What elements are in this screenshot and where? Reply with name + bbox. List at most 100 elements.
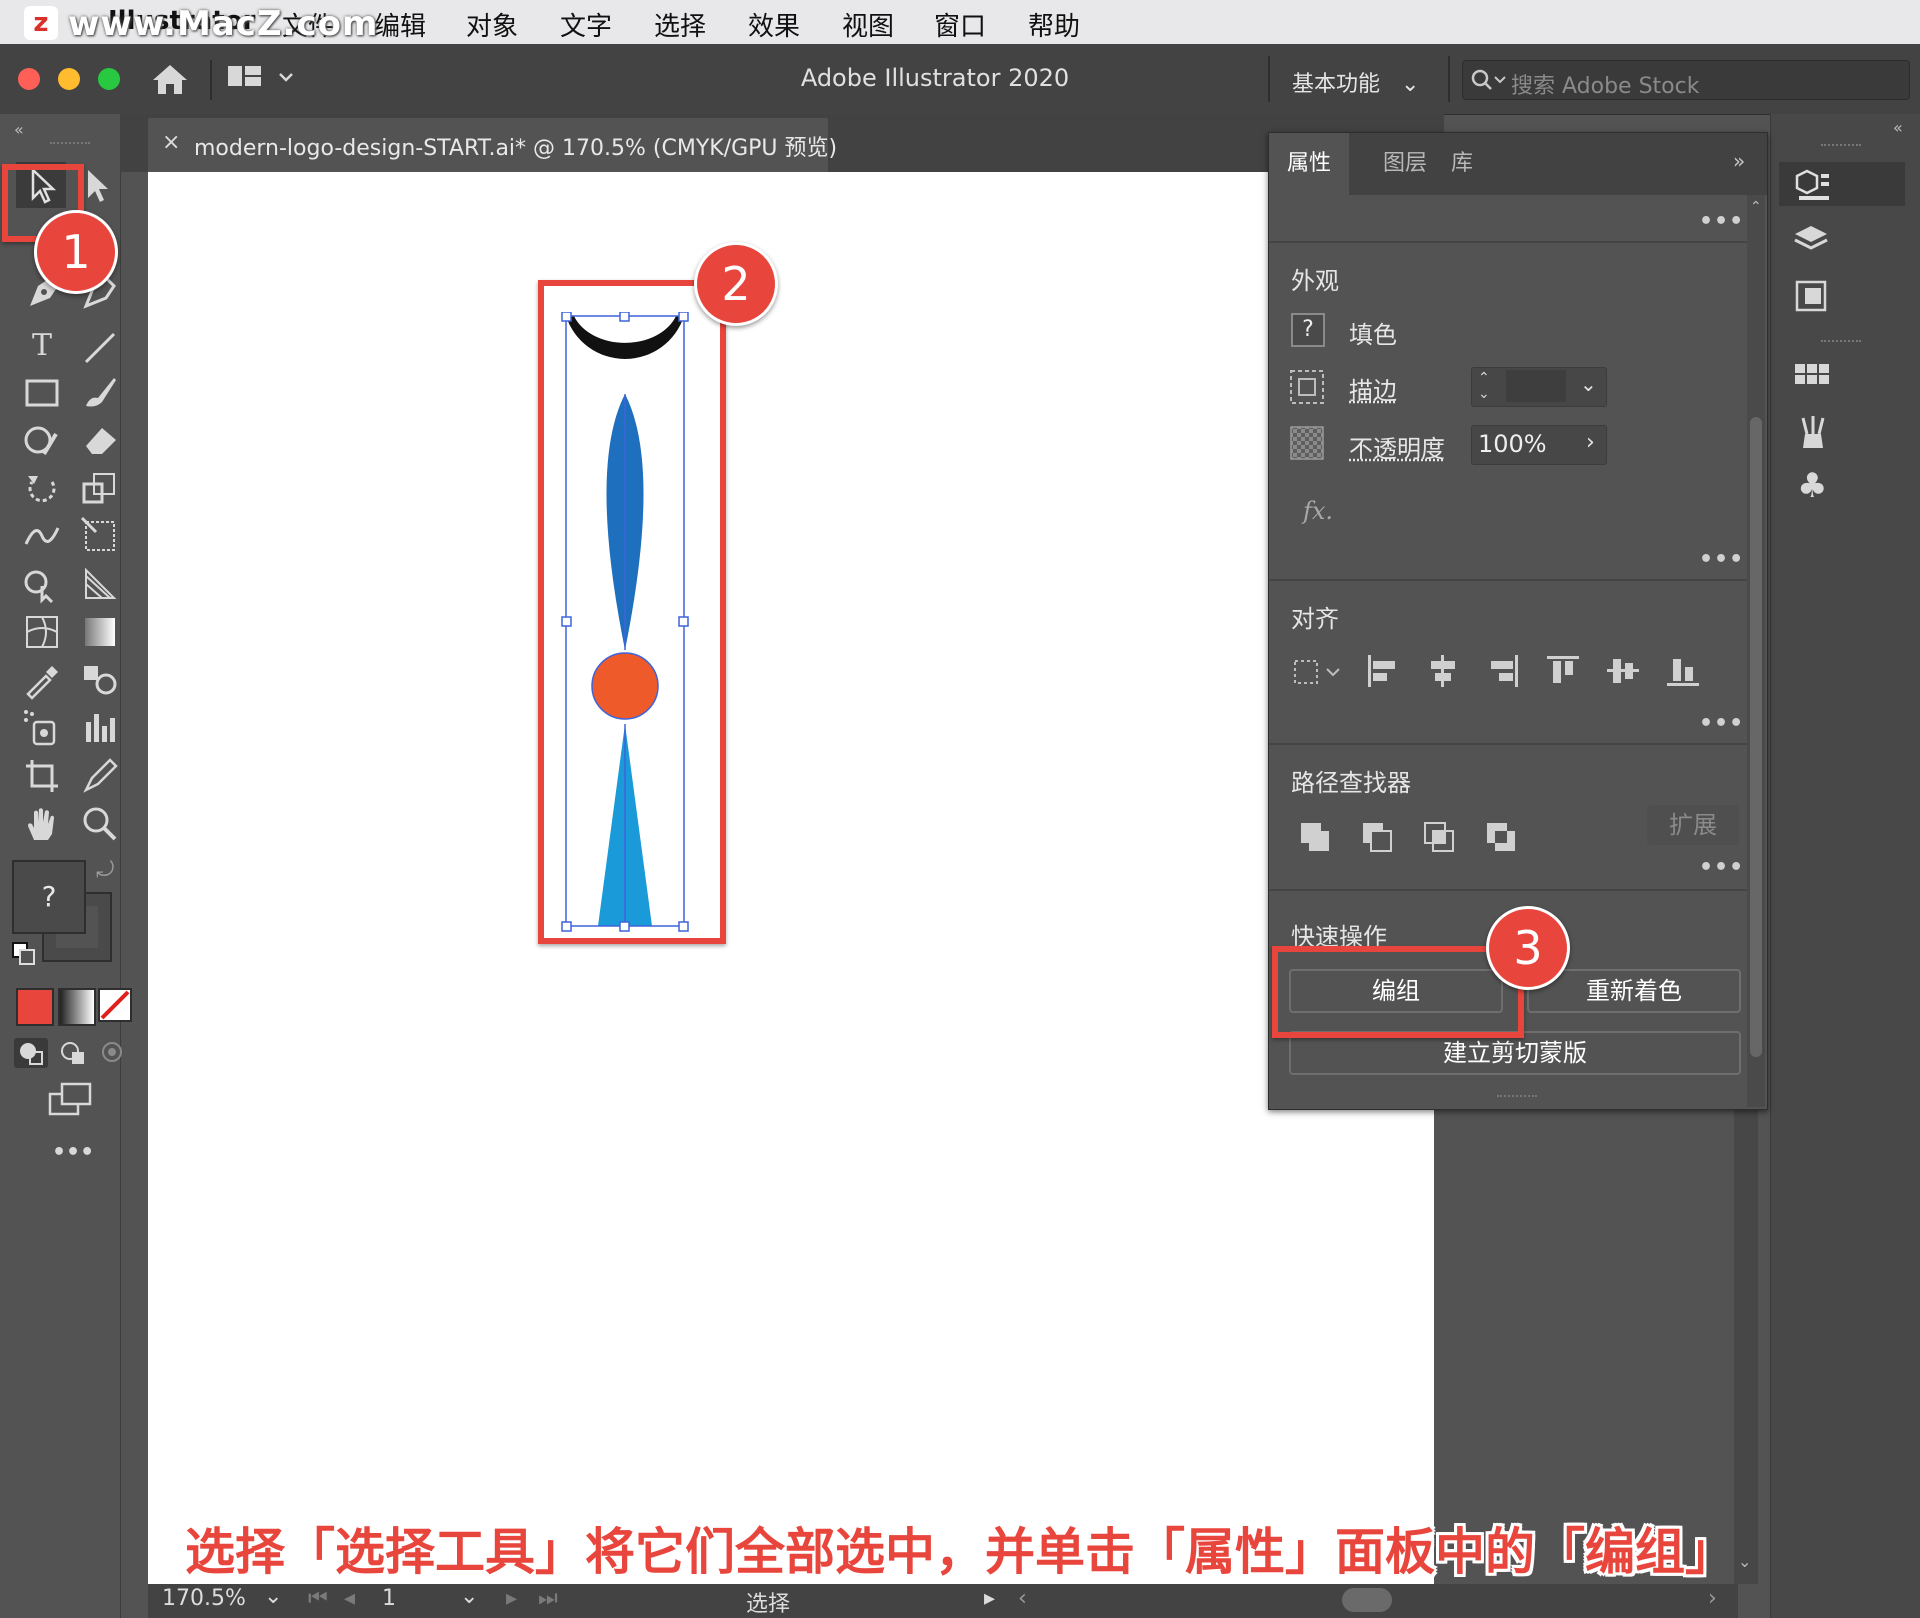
artboard-dropdown-icon[interactable]: ⌄	[460, 1584, 478, 1609]
align-vertical-center-icon[interactable]	[1605, 653, 1641, 689]
edit-toolbar-icon[interactable]: •••	[52, 1140, 94, 1165]
blend-tool-icon[interactable]	[80, 660, 120, 700]
menu-effect[interactable]: 效果	[748, 6, 800, 43]
opacity-field[interactable]: 100% ›	[1471, 425, 1607, 465]
eraser-tool-icon[interactable]	[80, 420, 120, 460]
pathfinder-more-icon[interactable]: •••	[1699, 855, 1744, 880]
menu-view[interactable]: 视图	[842, 6, 894, 43]
workspace-switcher[interactable]: 基本功能 ⌄	[1292, 66, 1419, 98]
symbols-icon[interactable]: ♣	[1797, 466, 1827, 506]
artboard-canvas[interactable]	[148, 172, 1434, 1584]
swatches-icon[interactable]	[1793, 360, 1833, 392]
rectangle-tool-icon[interactable]	[22, 372, 62, 412]
align-to-selection-icon[interactable]	[1291, 655, 1343, 691]
intersect-icon[interactable]	[1423, 821, 1459, 857]
appearance-more-icon[interactable]: •••	[1699, 547, 1744, 572]
type-tool-icon[interactable]: T	[20, 326, 64, 366]
symbol-sprayer-tool-icon[interactable]	[22, 708, 62, 748]
artboard-number[interactable]: 1	[382, 1586, 396, 1611]
stroke-stepper-icon[interactable]: ⌃ ⌄	[1478, 370, 1490, 402]
mesh-tool-icon[interactable]	[22, 612, 62, 652]
fill-color-swatch[interactable]: ?	[1291, 313, 1325, 347]
column-graph-tool-icon[interactable]	[80, 708, 120, 748]
last-artboard-icon[interactable]: ⏭	[538, 1586, 558, 1611]
panel-expand-icon[interactable]: »	[1733, 149, 1745, 173]
opacity-label[interactable]: 不透明度	[1349, 429, 1445, 464]
screen-mode-icon[interactable]	[48, 1082, 94, 1118]
align-bottom-icon[interactable]	[1665, 653, 1701, 689]
document-tab[interactable]: × modern-logo-design-START.ai* @ 170.5% …	[148, 118, 837, 172]
stroke-weight-input[interactable]	[1506, 370, 1566, 402]
line-tool-icon[interactable]	[80, 328, 120, 368]
draw-inside-icon[interactable]	[96, 1038, 130, 1068]
stroke-weight-field[interactable]: ⌃ ⌄ ⌄	[1471, 367, 1607, 407]
scroll-left-icon[interactable]: ‹	[1018, 1586, 1027, 1611]
align-more-icon[interactable]: •••	[1699, 711, 1744, 736]
panel-scrollbar-thumb[interactable]	[1750, 417, 1762, 1057]
adobe-stock-search[interactable]: 搜索 Adobe Stock	[1462, 60, 1910, 100]
draw-behind-icon[interactable]	[56, 1038, 90, 1068]
draw-normal-icon[interactable]	[14, 1038, 48, 1068]
gradient-mode-button[interactable]	[58, 988, 96, 1026]
width-tool-icon[interactable]	[22, 516, 62, 556]
free-transform-tool-icon[interactable]	[80, 516, 120, 556]
next-artboard-icon[interactable]: ▸	[506, 1586, 517, 1611]
status-menu-icon[interactable]: ▸	[984, 1586, 995, 1611]
menu-edit[interactable]: 编辑	[374, 6, 426, 43]
artboard-tool-icon[interactable]	[22, 756, 62, 796]
panel-menu-icon[interactable]: •••	[1699, 209, 1744, 234]
opacity-icon[interactable]	[1289, 425, 1325, 461]
stroke-color-swatch[interactable]	[1289, 369, 1325, 405]
minus-front-icon[interactable]	[1361, 821, 1397, 857]
rotate-tool-icon[interactable]	[22, 468, 62, 508]
menu-window[interactable]: 窗口	[934, 6, 986, 43]
menu-help[interactable]: 帮助	[1028, 6, 1080, 43]
zoom-level[interactable]: 170.5%	[162, 1586, 246, 1611]
default-fill-stroke-icon[interactable]	[12, 942, 35, 965]
opacity-flyout-icon[interactable]: ›	[1586, 430, 1595, 455]
zoom-dropdown-icon[interactable]: ⌄	[264, 1584, 282, 1609]
properties-panel-button[interactable]	[1779, 162, 1905, 206]
shaper-tool-icon[interactable]	[22, 420, 62, 460]
panel-grip[interactable]	[50, 142, 90, 150]
color-mode-button[interactable]	[16, 988, 54, 1026]
stroke-label[interactable]: 描边	[1349, 371, 1397, 406]
panel-resize-grip[interactable]	[1497, 1095, 1537, 1097]
perspective-grid-tool-icon[interactable]	[80, 564, 120, 604]
align-horizontal-center-icon[interactable]	[1425, 653, 1461, 689]
brushes-icon[interactable]	[1793, 412, 1833, 452]
first-artboard-icon[interactable]: ⏮	[308, 1586, 328, 1611]
zoom-tool-icon[interactable]	[80, 804, 120, 844]
swap-fill-stroke-icon[interactable]: ⤾	[96, 858, 114, 883]
menu-object[interactable]: 对象	[466, 6, 518, 43]
align-top-icon[interactable]	[1545, 653, 1581, 689]
layers-icon[interactable]	[1793, 222, 1833, 258]
close-document-icon[interactable]: ×	[162, 130, 180, 155]
dock-grip[interactable]	[1821, 340, 1861, 342]
libraries-icon[interactable]	[1793, 278, 1833, 314]
shape-builder-tool-icon[interactable]	[22, 564, 62, 604]
hand-tool-icon[interactable]	[22, 804, 62, 844]
eyedropper-tool-icon[interactable]	[22, 660, 62, 700]
scale-tool-icon[interactable]	[80, 468, 120, 508]
panel-scroll-up-icon[interactable]: ⌃	[1750, 199, 1762, 215]
align-left-icon[interactable]	[1365, 653, 1401, 689]
none-mode-button[interactable]	[98, 988, 134, 1024]
tab-libraries[interactable]: 库	[1433, 133, 1491, 195]
exclude-icon[interactable]	[1485, 821, 1521, 857]
fill-swatch[interactable]: ?	[12, 860, 86, 934]
unite-icon[interactable]	[1299, 821, 1335, 857]
tab-properties[interactable]: 属性	[1269, 133, 1350, 195]
horizontal-scroll-thumb[interactable]	[1342, 1588, 1392, 1612]
collapse-panel-icon[interactable]: «	[14, 120, 24, 139]
opacity-value[interactable]: 100%	[1478, 430, 1547, 458]
panel-scrollbar[interactable]: ⌃	[1747, 195, 1765, 1107]
previous-artboard-icon[interactable]: ◂	[344, 1586, 355, 1611]
stroke-dropdown-icon[interactable]: ⌄	[1580, 372, 1597, 396]
gradient-tool-icon[interactable]	[80, 612, 120, 652]
menu-type[interactable]: 文字	[560, 6, 612, 43]
effects-fx-icon[interactable]: fx.	[1303, 497, 1333, 525]
expand-button[interactable]: 扩展	[1647, 805, 1739, 845]
collapse-dock-icon[interactable]: «	[1893, 118, 1903, 137]
paintbrush-tool-icon[interactable]	[80, 372, 120, 412]
